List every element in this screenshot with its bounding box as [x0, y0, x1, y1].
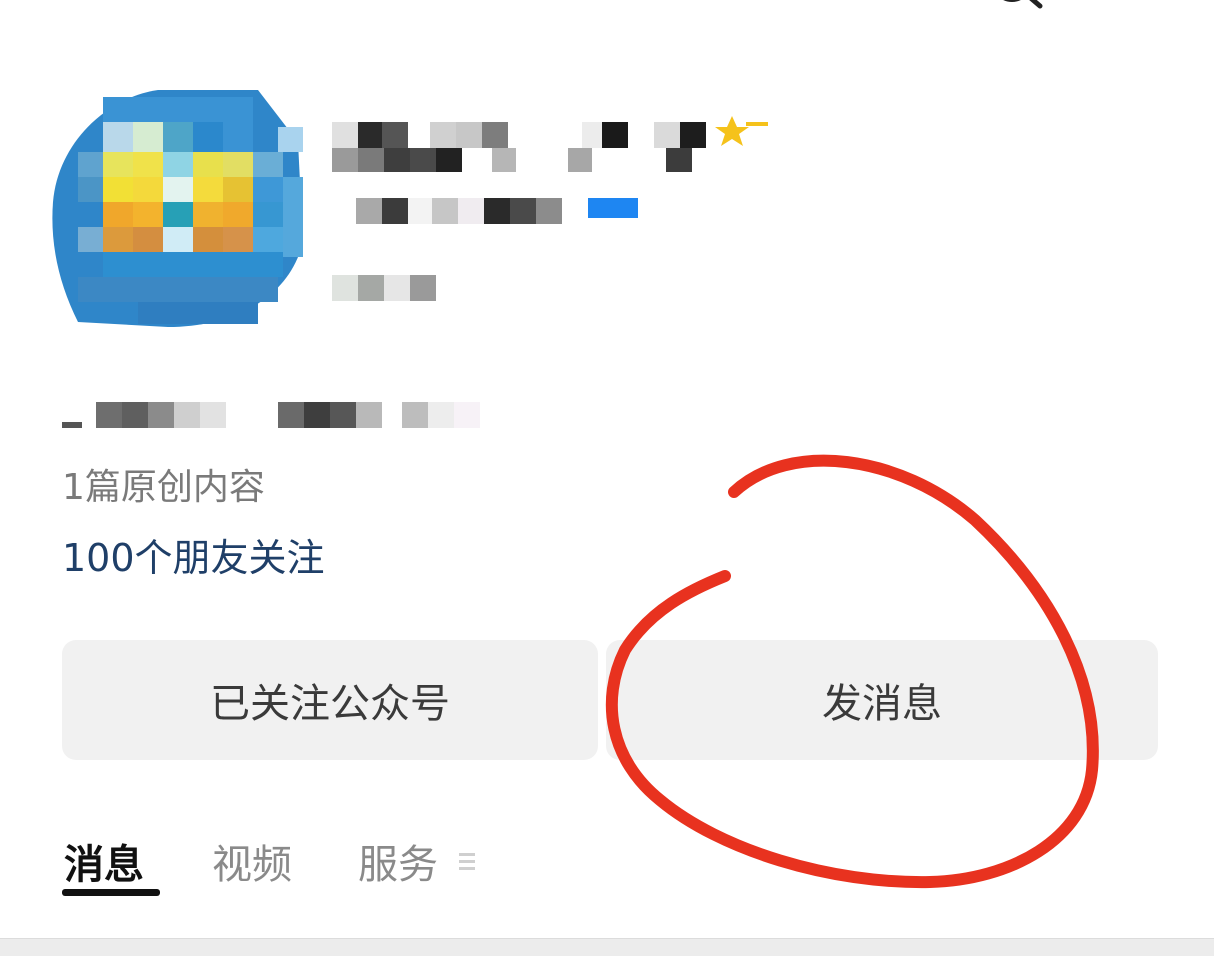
followed-account-label: 已关注公众号	[210, 681, 450, 727]
bottom-divider	[0, 938, 1214, 956]
followed-account-button[interactable]: 已关注公众号	[62, 640, 598, 760]
avatar[interactable]	[48, 82, 308, 332]
send-message-button[interactable]: 发消息	[606, 640, 1158, 760]
tab-messages[interactable]: 消息	[64, 832, 144, 890]
active-tab-indicator	[62, 889, 160, 896]
account-description	[62, 402, 480, 428]
original-article-count: 1篇原创内容	[62, 467, 265, 508]
tab-videos[interactable]: 视频	[212, 832, 292, 890]
tab-services[interactable]: 服务	[358, 832, 438, 890]
back-icon[interactable]	[44, 0, 84, 12]
menu-icon[interactable]	[457, 850, 477, 872]
account-name-row2	[332, 148, 692, 172]
friends-following-link[interactable]: 100个朋友关注	[62, 527, 325, 582]
search-icon[interactable]	[990, 0, 1050, 18]
account-name	[332, 122, 706, 148]
account-subject	[332, 275, 436, 301]
star-icon	[715, 116, 768, 146]
send-message-label: 发消息	[822, 681, 942, 727]
account-id	[356, 198, 638, 224]
